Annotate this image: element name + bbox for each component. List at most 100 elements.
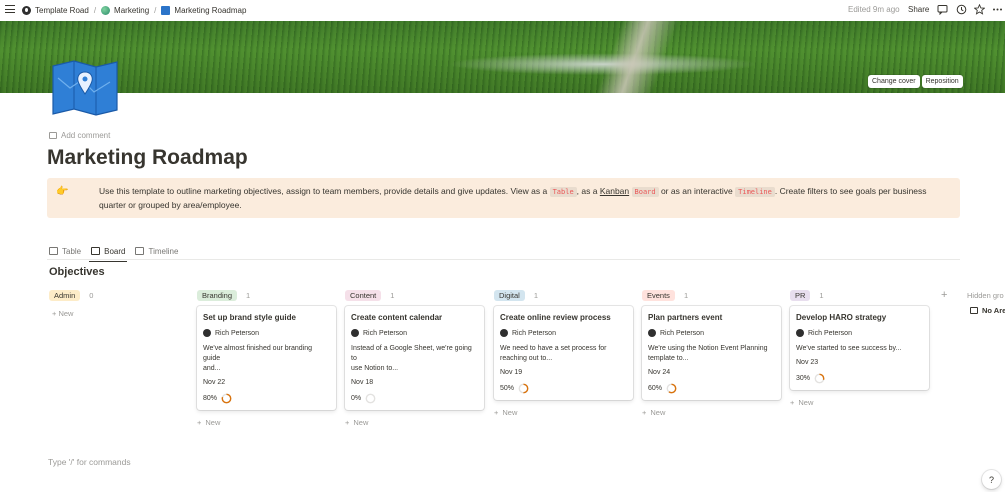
comments-icon[interactable]: [937, 4, 948, 15]
board-card[interactable]: Create online review process Rich Peters…: [494, 306, 633, 400]
reposition-button[interactable]: Reposition: [921, 75, 963, 88]
kanban-link[interactable]: Kanban: [600, 186, 629, 196]
breadcrumb-separator: /: [93, 5, 97, 15]
callout-text: , as a: [576, 186, 600, 196]
updates-clock-icon[interactable]: [956, 4, 967, 15]
share-button[interactable]: Share: [908, 5, 929, 14]
breadcrumb-separator: /: [154, 5, 157, 15]
board-column-admin: Admin 0: [49, 289, 188, 301]
inline-code-board: Board: [631, 187, 659, 197]
card-progress: 80%: [203, 393, 330, 404]
group-count: 1: [819, 290, 824, 300]
board-card[interactable]: Set up brand style guide Rich Peterson W…: [197, 306, 336, 410]
card-progress: 60%: [648, 383, 775, 394]
table-icon: [49, 247, 58, 255]
new-card-button[interactable]: + New: [52, 309, 73, 318]
card-title: Create online review process: [500, 313, 611, 322]
hidden-group-no-area[interactable]: No Are: [970, 306, 1005, 315]
cover-path: [520, 21, 750, 93]
tab-board[interactable]: Board: [89, 243, 128, 262]
avatar: [203, 329, 211, 337]
breadcrumb-item-template-road[interactable]: Template Road: [22, 5, 89, 15]
avatar: [500, 329, 508, 337]
card-progress: 30%: [796, 373, 923, 384]
pointing-hand-icon[interactable]: 👉: [56, 185, 68, 198]
card-description: We need to have a set process for reachin…: [500, 345, 607, 362]
card-assignee: Rich Peterson: [796, 329, 923, 337]
column-header[interactable]: Events 1: [642, 289, 781, 301]
cover-image: [0, 21, 1005, 93]
group-label: Admin: [49, 289, 81, 301]
command-placeholder[interactable]: Type '/' for commands: [48, 457, 131, 467]
hidden-groups-label: Hidden gro: [967, 291, 1004, 300]
progress-ring-icon: [666, 383, 677, 394]
column-header[interactable]: Content 1: [345, 289, 484, 301]
progress-ring-track: [365, 393, 376, 404]
card-title: Develop HARO strategy: [796, 313, 887, 322]
card-title: Create content calendar: [351, 313, 443, 322]
progress-ring-icon: [365, 393, 376, 404]
board-column-pr: PR 1 Develop HARO strategy Rich Peterson…: [790, 289, 929, 407]
comment-icon: [49, 132, 57, 139]
favorite-star-icon[interactable]: [974, 4, 985, 15]
database-title[interactable]: Objectives: [49, 266, 105, 278]
card-date: Nov 18: [351, 379, 374, 386]
board-column-content: Content 1 Create content calendar Rich P…: [345, 289, 484, 427]
breadcrumb-item-marketing[interactable]: Marketing: [101, 5, 149, 15]
tab-table[interactable]: Table: [49, 243, 81, 259]
new-card-button[interactable]: + New: [494, 408, 633, 417]
card-description: Instead of a Google Sheet, we're going t…: [351, 345, 472, 372]
board-card[interactable]: Create content calendar Rich Peterson In…: [345, 306, 484, 410]
card-title: Plan partners event: [648, 313, 723, 322]
add-group-button[interactable]: +: [941, 289, 947, 301]
tab-timeline[interactable]: Timeline: [135, 243, 178, 259]
avatar: [648, 329, 656, 337]
menu-icon[interactable]: [5, 5, 15, 15]
card-progress: 0%: [351, 393, 478, 404]
card-description: We've started to see success by...: [796, 345, 902, 352]
callout-text: Use this template to outline marketing o…: [99, 186, 550, 196]
group-count: 0: [89, 290, 94, 300]
avatar: [796, 329, 804, 337]
column-header[interactable]: Branding 1: [197, 289, 336, 301]
breadcrumb: Template Road / Marketing / Marketing Ro…: [22, 0, 246, 20]
more-options-icon[interactable]: [992, 4, 1003, 15]
add-comment-button[interactable]: Add comment: [49, 131, 110, 140]
column-header[interactable]: PR 1: [790, 289, 929, 301]
board-column-events: Events 1 Plan partners event Rich Peters…: [642, 289, 781, 417]
column-header[interactable]: Admin 0: [49, 289, 188, 301]
inline-code-table: Table: [549, 187, 577, 197]
progress-ring-icon: [221, 393, 232, 404]
card-description: We're using the Notion Event Planning tem…: [648, 345, 768, 362]
map-page-icon[interactable]: [50, 58, 120, 118]
group-count: 1: [390, 290, 395, 300]
callout-block[interactable]: 👉 Use this template to outline marketing…: [47, 178, 960, 218]
board-column-digital: Digital 1 Create online review process R…: [494, 289, 633, 417]
new-card-button[interactable]: + New: [642, 408, 781, 417]
breadcrumb-item-marketing-roadmap[interactable]: Marketing Roadmap: [161, 5, 246, 15]
group-count: 1: [533, 290, 539, 300]
card-assignee: Rich Peterson: [500, 329, 627, 337]
column-header[interactable]: Digital 1: [494, 289, 633, 301]
new-card-button[interactable]: + New: [197, 418, 336, 427]
card-assignee: Rich Peterson: [351, 329, 478, 337]
page-title[interactable]: Marketing Roadmap: [47, 146, 248, 170]
timeline-icon: [135, 247, 145, 255]
new-card-button[interactable]: + New: [790, 398, 929, 407]
card-date: Nov 24: [648, 369, 671, 376]
board-card[interactable]: Plan partners event Rich Peterson We're …: [642, 306, 781, 400]
globe-icon: [101, 5, 111, 15]
change-cover-button[interactable]: Change cover: [868, 75, 920, 88]
new-card-button[interactable]: + New: [345, 418, 484, 427]
card-date: Nov 22: [203, 379, 226, 386]
tabs-divider: [47, 259, 960, 260]
inbox-icon: [970, 307, 978, 314]
group-label: PR: [790, 289, 811, 301]
card-title: Set up brand style guide: [203, 313, 296, 322]
board-icon: [91, 247, 101, 255]
board-card[interactable]: Develop HARO strategy Rich Peterson We'v…: [790, 306, 929, 390]
group-count: 1: [246, 290, 251, 300]
progress-ring-icon: [518, 383, 529, 394]
cover-controls: Change cover Reposition: [868, 75, 963, 88]
help-button[interactable]: ?: [982, 470, 1001, 489]
